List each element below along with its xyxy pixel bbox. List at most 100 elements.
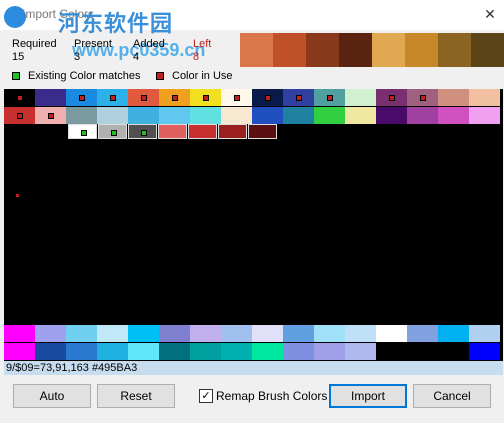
import-button[interactable]: Import [329, 384, 407, 408]
palette-cell[interactable] [66, 325, 97, 342]
auto-button[interactable]: Auto [13, 384, 91, 408]
swatch[interactable] [405, 33, 438, 67]
swatch[interactable] [372, 33, 405, 67]
palette-cell[interactable] [97, 89, 128, 106]
swatch[interactable] [471, 33, 504, 67]
palette-cell[interactable] [407, 343, 438, 360]
palette-cell[interactable] [221, 325, 252, 342]
palette-cell[interactable] [345, 89, 376, 106]
palette-cell[interactable] [221, 107, 252, 124]
palette-cell[interactable] [128, 343, 159, 360]
in-use-marker [110, 95, 116, 101]
watermark-text: 河东软件园 [58, 11, 174, 36]
palette-cell[interactable] [252, 89, 283, 106]
palette-cell[interactable] [4, 343, 35, 360]
palette-cell[interactable] [159, 107, 190, 124]
swatch[interactable] [240, 33, 273, 67]
palette-cell[interactable] [159, 325, 190, 342]
title-bar: Import Colors 河东软件园 ✕ [0, 0, 504, 36]
palette-cell[interactable] [252, 107, 283, 124]
palette-cell[interactable] [438, 89, 469, 106]
reset-button[interactable]: Reset [97, 384, 175, 408]
palette-cell[interactable] [438, 325, 469, 342]
palette-cell[interactable] [35, 325, 66, 342]
palette-cell[interactable] [4, 325, 35, 342]
in-use-marker [265, 95, 271, 101]
palette-cell[interactable] [407, 107, 438, 124]
palette-cell[interactable] [438, 343, 469, 360]
palette-cell[interactable] [252, 325, 283, 342]
new-color-cell[interactable] [248, 124, 277, 139]
palette-cell[interactable] [283, 89, 314, 106]
existing-match-marker [111, 130, 117, 136]
palette-cell[interactable] [97, 325, 128, 342]
palette-cell[interactable] [345, 325, 376, 342]
palette-cell[interactable] [376, 107, 407, 124]
stat-label: Required [12, 38, 57, 50]
palette-cell[interactable] [4, 89, 35, 106]
palette-cell[interactable] [35, 107, 66, 124]
stat-label: Left [193, 38, 212, 50]
swatch[interactable] [339, 33, 372, 67]
stat-required: Required 15 [12, 38, 57, 63]
palette-cell[interactable] [128, 89, 159, 106]
in-use-marker [48, 113, 54, 119]
swatch[interactable] [306, 33, 339, 67]
palette-cell[interactable] [221, 89, 252, 106]
palette-cell[interactable] [376, 343, 407, 360]
palette-cell[interactable] [66, 343, 97, 360]
palette-grid[interactable] [4, 89, 503, 361]
remap-checkbox[interactable]: ✓ [199, 389, 213, 403]
palette-cell[interactable] [376, 325, 407, 342]
palette-cell[interactable] [159, 343, 190, 360]
palette-cell[interactable] [469, 107, 500, 124]
swatch[interactable] [273, 33, 306, 67]
palette-cell[interactable] [407, 325, 438, 342]
close-button[interactable]: ✕ [476, 0, 504, 30]
palette-cell[interactable] [35, 89, 66, 106]
palette-cell[interactable] [35, 343, 66, 360]
palette-cell[interactable] [438, 107, 469, 124]
palette-cell[interactable] [128, 325, 159, 342]
palette-cell[interactable] [314, 325, 345, 342]
palette-cell[interactable] [314, 343, 345, 360]
stat-value: 8 [193, 51, 200, 63]
palette-cell[interactable] [469, 325, 500, 342]
new-color-cell[interactable] [158, 124, 187, 139]
palette-cell[interactable] [66, 89, 97, 106]
palette-cell[interactable] [314, 89, 345, 106]
palette-cell[interactable] [283, 107, 314, 124]
new-color-cell[interactable] [68, 124, 97, 139]
palette-cell[interactable] [97, 107, 128, 124]
new-color-cell[interactable] [188, 124, 217, 139]
palette-cell[interactable] [4, 107, 35, 124]
palette-cell[interactable] [66, 107, 97, 124]
palette-cell[interactable] [252, 343, 283, 360]
palette-cell[interactable] [190, 343, 221, 360]
palette-cell[interactable] [407, 89, 438, 106]
palette-cell[interactable] [128, 107, 159, 124]
palette-cell[interactable] [376, 89, 407, 106]
palette-cell[interactable] [345, 343, 376, 360]
palette-cell[interactable] [283, 325, 314, 342]
palette-cell[interactable] [469, 343, 500, 360]
palette-cell[interactable] [190, 89, 221, 106]
palette-cell[interactable] [283, 343, 314, 360]
palette-cell[interactable] [469, 89, 500, 106]
palette-cell[interactable] [190, 107, 221, 124]
stat-value: 15 [12, 51, 25, 63]
in-use-marker [79, 95, 85, 101]
cancel-button[interactable]: Cancel [413, 384, 491, 408]
palette-cell[interactable] [221, 343, 252, 360]
palette-cell[interactable] [345, 107, 376, 124]
new-color-cell[interactable] [128, 124, 157, 139]
new-color-cell[interactable] [98, 124, 127, 139]
new-color-cell[interactable] [218, 124, 247, 139]
status-bar: 9/$09=73,91,163 #495BA3 [4, 361, 503, 375]
palette-cell[interactable] [314, 107, 345, 124]
palette-cell[interactable] [190, 325, 221, 342]
palette-cell[interactable] [97, 343, 128, 360]
swatch[interactable] [438, 33, 471, 67]
in-use-marker [203, 95, 209, 101]
palette-cell[interactable] [159, 89, 190, 106]
